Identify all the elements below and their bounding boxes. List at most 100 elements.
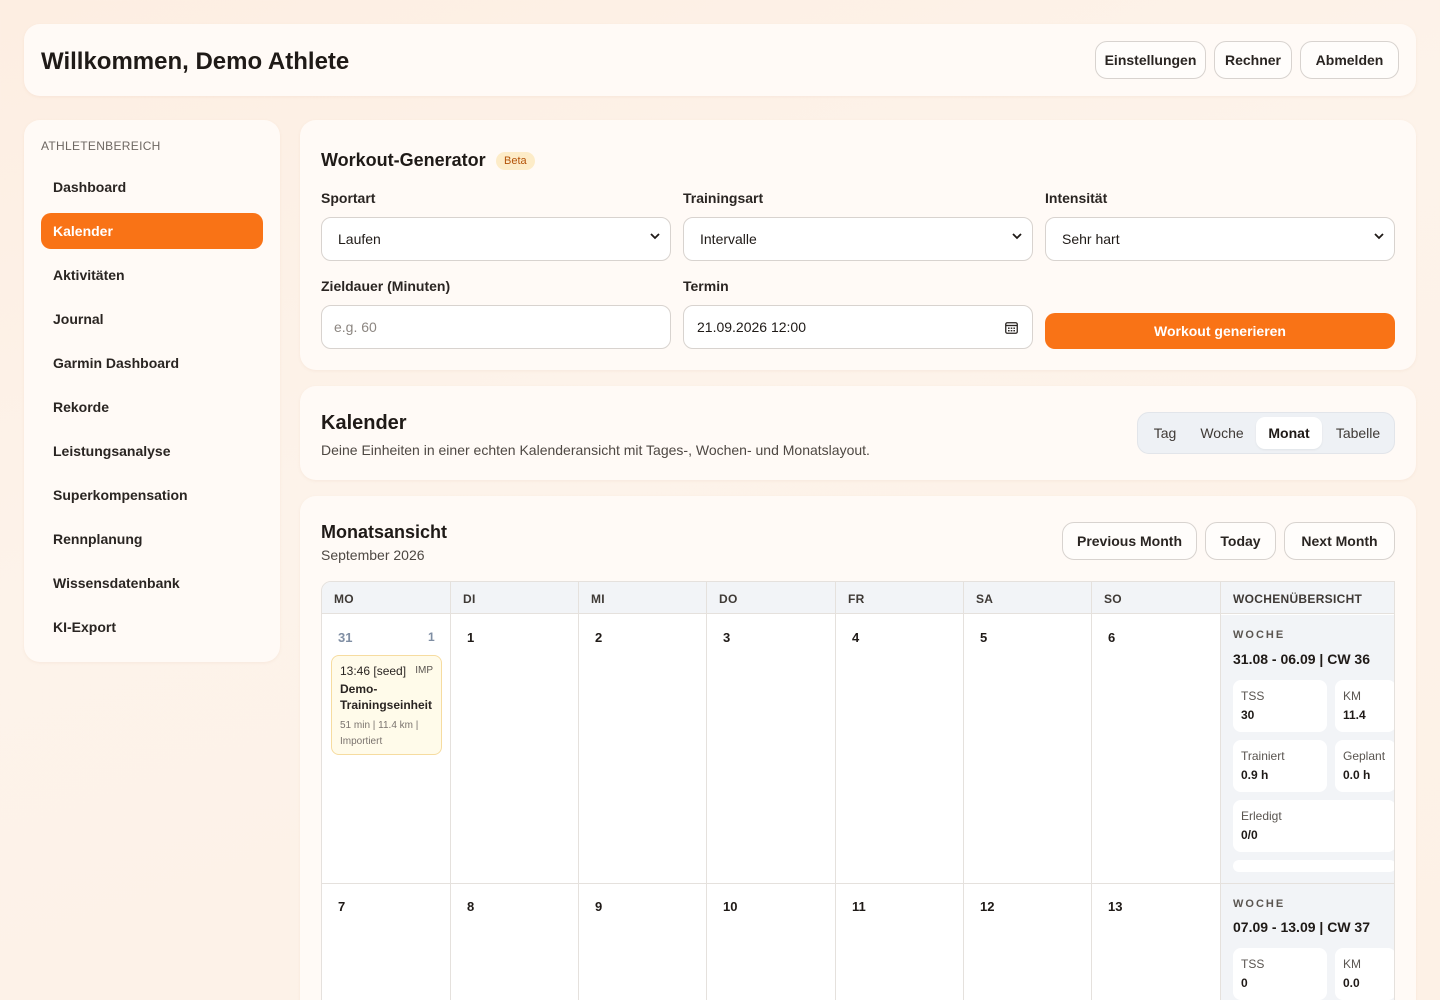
intensitaet-label: Intensität: [1045, 190, 1108, 206]
chevron-down-icon: [1374, 233, 1384, 240]
day-cell-number[interactable]: 10: [723, 899, 737, 914]
sidebar-section-title: ATHLETENBEREICH: [41, 139, 161, 153]
trainingsart-value: Intervalle: [700, 231, 757, 247]
grid-divider: [963, 582, 964, 1000]
week-label: WOCHE: [1233, 898, 1286, 910]
tab-woche[interactable]: Woche: [1190, 417, 1254, 449]
sidebar-item-journal[interactable]: Journal: [41, 301, 263, 337]
sportart-value: Laufen: [338, 231, 381, 247]
day-name-so: SO: [1104, 592, 1122, 606]
intensitaet-select[interactable]: Sehr hart: [1045, 217, 1395, 261]
day-cell-number[interactable]: 1: [467, 630, 474, 645]
calendar-icon[interactable]: [1005, 321, 1018, 334]
stat-value: 0.0 h: [1343, 768, 1371, 782]
day-cell-number[interactable]: 13: [1108, 899, 1122, 914]
day-name-fr: FR: [848, 592, 865, 606]
stat-tss: TSS 0: [1233, 948, 1327, 1000]
day-cell-number[interactable]: 4: [852, 630, 859, 645]
calendar-title: Kalender: [321, 412, 407, 434]
stat-tss: TSS 30: [1233, 680, 1327, 732]
calendar-event[interactable]: 13:46 [seed] IMP Demo-Trainingseinheit 5…: [331, 655, 442, 755]
stat-label: KM: [1343, 957, 1361, 971]
stat-erledigt: Erledigt 0/0: [1233, 800, 1394, 852]
day-name-sa: SA: [976, 592, 994, 606]
beta-badge: Beta: [496, 152, 535, 170]
stat-label: Erledigt: [1241, 809, 1282, 823]
week-range: 07.09 - 13.09 | CW 37: [1233, 919, 1370, 935]
today-button[interactable]: Today: [1205, 522, 1276, 560]
page-title: Willkommen, Demo Athlete: [41, 48, 350, 75]
day-cell-number[interactable]: 2: [595, 630, 602, 645]
day-name-do: DO: [719, 592, 738, 606]
day-cell-number[interactable]: 12: [980, 899, 994, 914]
calendar-grid-header: MO DI MI DO FR SA SO WOCHENÜBERSICHT: [322, 582, 1394, 614]
termin-label: Termin: [683, 278, 729, 294]
stat-km: KM 0.0: [1335, 948, 1394, 1000]
week-summary-panel: WOCHE 31.08 - 06.09 | CW 36 TSS 30 KM 11…: [1221, 615, 1394, 883]
generator-title: Workout-Generator: [321, 150, 486, 170]
event-meta: 51 min | 11.4 km | Importiert: [340, 720, 419, 747]
stat-value: 11.4: [1343, 708, 1366, 722]
day-cell-number[interactable]: 31: [338, 630, 352, 645]
event-count: 1: [428, 630, 435, 644]
tab-tag[interactable]: Tag: [1142, 417, 1188, 449]
event-name: Demo-Trainingseinheit: [340, 682, 433, 712]
grid-divider: [450, 582, 451, 1000]
grid-divider: [706, 582, 707, 1000]
stat-label: KM: [1343, 689, 1361, 703]
stat-more: [1233, 860, 1394, 872]
logout-button[interactable]: Abmelden: [1300, 41, 1399, 79]
calendar-subtitle: Deine Einheiten in einer echten Kalender…: [321, 442, 870, 458]
day-cell-number[interactable]: 11: [852, 899, 866, 914]
event-tag: IMP: [415, 665, 433, 676]
day-cell-number[interactable]: 6: [1108, 630, 1115, 645]
sidebar-item-wissensdatenbank[interactable]: Wissensdatenbank: [41, 565, 263, 601]
previous-month-button[interactable]: Previous Month: [1062, 522, 1197, 560]
sportart-label: Sportart: [321, 190, 376, 206]
trainingsart-label: Trainingsart: [683, 190, 764, 206]
calculator-button[interactable]: Rechner: [1214, 41, 1292, 79]
stat-value: 0: [1241, 976, 1248, 990]
trainingsart-select[interactable]: Intervalle: [683, 217, 1033, 261]
sidebar-item-kalender[interactable]: Kalender: [41, 213, 263, 249]
day-cell-number[interactable]: 8: [467, 899, 474, 914]
sidebar-item-aktivitaeten[interactable]: Aktivitäten: [41, 257, 263, 293]
termin-input[interactable]: 21.09.2026 12:00: [683, 305, 1033, 349]
sidebar-item-rekorde[interactable]: Rekorde: [41, 389, 263, 425]
day-cell-number[interactable]: 3: [723, 630, 730, 645]
sidebar-item-rennplanung[interactable]: Rennplanung: [41, 521, 263, 557]
stat-value: 0/0: [1241, 828, 1258, 842]
stat-trainiert: Trainiert 0.9 h: [1233, 740, 1327, 792]
stat-label: Geplant: [1343, 749, 1386, 763]
day-name-di: DI: [463, 592, 476, 606]
sidebar-item-dashboard[interactable]: Dashboard: [41, 169, 263, 205]
day-name-mi: MI: [591, 592, 605, 606]
sidebar-item-leistungsanalyse[interactable]: Leistungsanalyse: [41, 433, 263, 469]
settings-button[interactable]: Einstellungen: [1095, 41, 1206, 79]
day-cell-number[interactable]: 5: [980, 630, 987, 645]
sidebar-item-ki-export[interactable]: KI-Export: [41, 609, 263, 645]
stat-label: TSS: [1241, 689, 1265, 703]
stat-value: 0.0: [1343, 976, 1360, 990]
tab-monat[interactable]: Monat: [1256, 417, 1322, 449]
termin-value: 21.09.2026 12:00: [697, 319, 806, 335]
calendar-header-card: Kalender Deine Einheiten in einer echten…: [300, 386, 1416, 480]
intensitaet-value: Sehr hart: [1062, 231, 1120, 247]
day-name-mo: MO: [334, 592, 354, 606]
day-cell-number[interactable]: 9: [595, 899, 602, 914]
grid-divider: [835, 582, 836, 1000]
generate-workout-button[interactable]: Workout generieren: [1045, 313, 1395, 349]
sidebar-item-superkompensation[interactable]: Superkompensation: [41, 477, 263, 513]
week-range: 31.08 - 06.09 | CW 36: [1233, 651, 1370, 667]
zieldauer-input[interactable]: e.g. 60: [321, 305, 671, 349]
tab-tabelle[interactable]: Tabelle: [1324, 417, 1392, 449]
sportart-select[interactable]: Laufen: [321, 217, 671, 261]
next-month-button[interactable]: Next Month: [1284, 522, 1395, 560]
month-view-card: Monatsansicht September 2026 Previous Mo…: [300, 496, 1416, 1000]
sidebar-item-garmin-dashboard[interactable]: Garmin Dashboard: [41, 345, 263, 381]
header-bar: Willkommen, Demo Athlete Einstellungen R…: [24, 24, 1416, 96]
zieldauer-label: Zieldauer (Minuten): [321, 278, 451, 294]
day-cell-number[interactable]: 7: [338, 899, 345, 914]
view-switcher: Tag Woche Monat Tabelle: [1137, 412, 1395, 454]
grid-divider: [1091, 582, 1092, 1000]
